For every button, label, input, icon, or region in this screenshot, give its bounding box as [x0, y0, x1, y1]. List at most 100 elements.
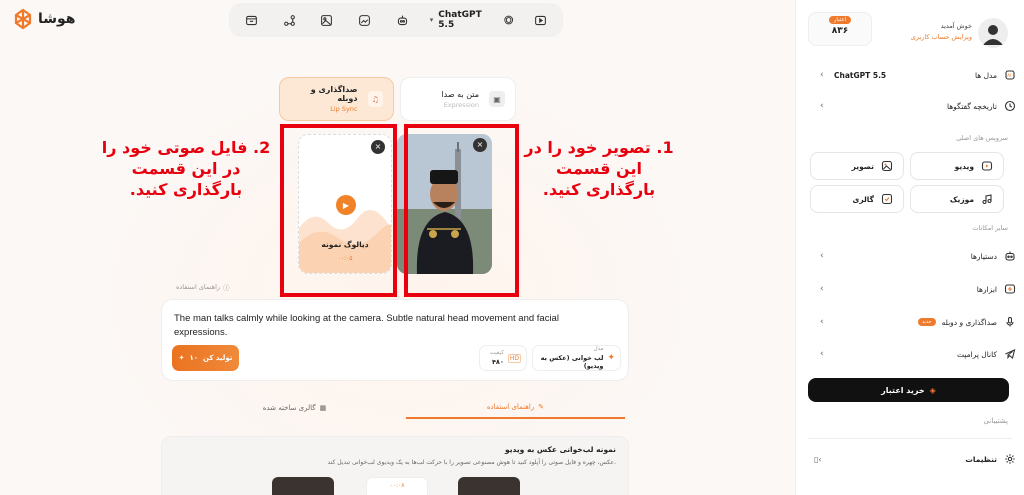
model-selector[interactable]: ▾ ChatGPT 5.5: [430, 10, 514, 30]
assistants-label: دستیارها: [970, 251, 997, 261]
tab-gallery[interactable]: گالری ساخته شده ▦: [185, 397, 404, 419]
guide-title: نمونه لب‌خوانی عکس به ویدیو: [505, 445, 616, 454]
chevron-down-icon: ▾: [429, 16, 434, 24]
photo-highlight-box: [404, 124, 519, 297]
tab-usage-guide-label: راهنمای استفاده: [486, 403, 535, 411]
tab-tts-title: متن به صدا: [441, 89, 479, 99]
service-video-button[interactable]: ویدیو: [910, 152, 1004, 180]
buy-credit-button[interactable]: خرید اعتبار ◈: [808, 378, 1009, 402]
sample-audio-thumbnail[interactable]: ۰۰:۰۸: [366, 477, 428, 495]
workflow-icon[interactable]: [275, 7, 304, 33]
service-gallery-button[interactable]: گالری: [810, 185, 904, 213]
usage-guide-link[interactable]: راهنمای استفاده ⓘ: [176, 282, 230, 292]
models-value: ChatGPT 5.5: [834, 70, 887, 80]
service-music-button[interactable]: موزیک: [910, 185, 1004, 213]
model-type-selector[interactable]: مدل لب خوانی (عکس به ویدیو) ✦: [532, 345, 621, 371]
sample-thumbnail-left[interactable]: [272, 477, 334, 495]
robot-icon[interactable]: [388, 7, 417, 33]
chevron-left-icon: ‹: [820, 101, 824, 111]
service-image-button[interactable]: تصویر: [810, 152, 904, 180]
tab-text-to-speech[interactable]: متن به صدا Expression ▣: [400, 77, 516, 121]
sidebar-item-prompt-channel[interactable]: ‹ کانال پرامپت: [806, 344, 1016, 364]
logo-icon: [14, 8, 32, 30]
tab-gallery-label: گالری ساخته شده: [262, 404, 316, 412]
quality-value: ۴۸۰: [491, 358, 504, 366]
sidebar-item-history[interactable]: ‹ تاریخچه گفتگوها: [806, 96, 1016, 116]
chevron-left-icon: ‹: [820, 70, 824, 80]
service-image-label: تصویر: [851, 161, 874, 171]
welcome-block: خوش آمدید ویرایش حساب کاربری: [911, 22, 972, 41]
service-video-label: ویدیو: [954, 161, 974, 171]
logo-text: هوشا: [38, 11, 76, 27]
welcome-text: خوش آمدید: [940, 22, 972, 30]
model-caption: مدل: [593, 346, 604, 352]
top-toolbar: ▾ ChatGPT 5.5: [229, 3, 563, 37]
credit-card[interactable]: اعتبار ۸۳۶: [808, 12, 872, 46]
credit-badge: اعتبار: [828, 16, 852, 24]
lip-sync-icon: ♫: [367, 91, 383, 107]
hd-icon: HD: [507, 353, 521, 363]
image-gen-icon[interactable]: [313, 7, 342, 33]
video-play-icon[interactable]: [526, 7, 555, 33]
generate-button[interactable]: ✦ ۱۰ تولید کن: [172, 345, 239, 371]
quality-caption: کیفیت: [489, 350, 504, 356]
service-music-label: موزیک: [949, 194, 974, 204]
buy-credit-label: خرید اعتبار: [881, 385, 925, 395]
sidebar-item-tools[interactable]: ‹ ابزارها: [806, 279, 1016, 299]
service-gallery-label: گالری: [852, 194, 874, 204]
prompt-input[interactable]: The man talks calmly while looking at th…: [174, 312, 594, 340]
support-link[interactable]: پشتیبانی: [984, 417, 1008, 425]
quality-selector[interactable]: کیفیت ۴۸۰ HD: [479, 345, 527, 371]
chevron-left-icon: ‹: [820, 349, 824, 359]
chevron-left-icon: ‹: [820, 284, 824, 294]
sidebar-item-models[interactable]: ‹ ChatGPT 5.5 مدل ها AI: [806, 65, 1016, 85]
chevron-left-icon: ‹: [820, 317, 824, 327]
sidebar-item-dubbing[interactable]: ‹ جدید صداگذاری و دوبله: [806, 312, 1016, 332]
telegram-icon: [1003, 348, 1016, 361]
sidebar-item-settings[interactable]: ▯‹ تنظیمات: [806, 449, 1016, 469]
clock-icon: [1003, 100, 1016, 113]
audio-highlight-box: [280, 124, 397, 297]
new-badge: جدید: [917, 318, 936, 326]
models-label: مدل ها: [974, 70, 997, 80]
section-main-services: سرویس های اصلی: [956, 134, 1008, 142]
star-icon: ✦: [607, 353, 615, 363]
guide-panel: نمونه لب‌خوانی عکس به ویدیو عکس، چهره و …: [161, 436, 629, 495]
folder-icon[interactable]: [237, 7, 266, 33]
avatar[interactable]: [978, 18, 1008, 48]
collapse-sidebar-icon[interactable]: ▯‹: [814, 455, 822, 464]
sparkle-icon: ✦: [178, 354, 185, 362]
tab-lip-sync-sub: Lip Sync: [330, 105, 358, 113]
sample-thumbnail-right[interactable]: [458, 477, 520, 495]
generate-cost: ۱۰: [189, 354, 199, 362]
model-value: لب خوانی (عکس به ویدیو): [540, 354, 604, 370]
generate-label: تولید کن: [203, 354, 233, 362]
gear-icon: [1003, 453, 1016, 466]
openai-icon: [504, 15, 513, 25]
tab-usage-guide[interactable]: راهنمای استفاده ✎: [406, 397, 625, 419]
edit-account-link[interactable]: ویرایش حساب کاربری: [911, 33, 972, 41]
image-edit-icon[interactable]: [350, 7, 379, 33]
tab-tts-sub: Expression: [443, 100, 479, 109]
coin-icon: ◈: [929, 385, 936, 395]
tts-icon: ▣: [489, 91, 505, 107]
annotation-step-2: 2. فایل صوتی خود را در این قسمت بارگذاری…: [101, 138, 271, 199]
section-other-features: سایر امکانات: [972, 224, 1008, 232]
model-label: ChatGPT 5.5: [438, 10, 482, 30]
gallery-icon: ▦: [319, 404, 327, 412]
info-icon: ⓘ: [223, 284, 230, 292]
tools-label: ابزارها: [976, 284, 997, 294]
svg-text:AI: AI: [1007, 73, 1011, 78]
prompt-channel-label: کانال پرامپت: [956, 349, 997, 359]
video-icon: [980, 160, 993, 173]
divider: [808, 438, 1012, 439]
prompt-box[interactable]: The man talks calmly while looking at th…: [161, 299, 629, 381]
chevron-left-icon: ‹: [820, 251, 824, 261]
pen-icon: ✎: [538, 403, 545, 411]
logo[interactable]: هوشا: [12, 8, 76, 30]
user-icon: [983, 25, 1003, 45]
sidebar-item-assistants[interactable]: ‹ دستیارها: [806, 246, 1016, 266]
history-label: تاریخچه گفتگوها: [946, 101, 997, 111]
tab-lip-sync[interactable]: صداگذاری و دوبله Lip Sync ♫: [279, 77, 394, 121]
ai-chip-icon: AI: [1003, 69, 1016, 82]
